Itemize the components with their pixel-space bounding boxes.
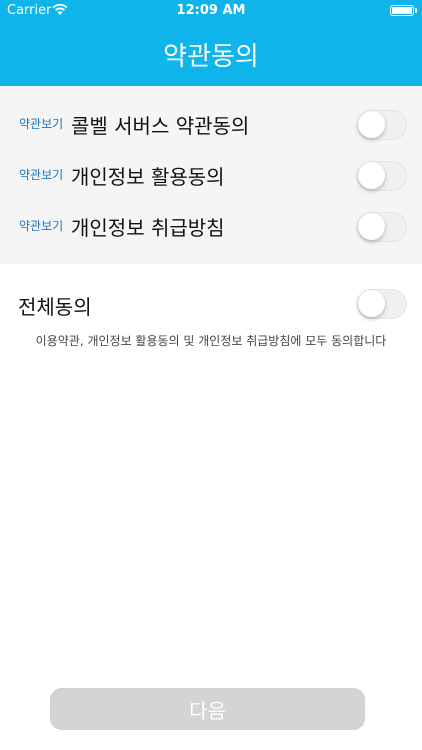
term-title-privacy-policy: 개인정보 취급방침 [71, 216, 225, 240]
term-row-service: 약관보기 콜벨 서버스 약관동의 [0, 100, 422, 151]
toggle-knob [358, 111, 385, 138]
term-title-privacy-use: 개인정보 활용동의 [71, 165, 225, 189]
status-bar: Carrier 12:09 AM [0, 0, 422, 22]
battery-icon [390, 5, 417, 16]
toggle-agree-all[interactable] [357, 289, 407, 319]
toggle-privacy-policy[interactable] [357, 212, 407, 242]
nav-bar: 약관동의 [0, 22, 422, 86]
toggle-knob [358, 213, 385, 240]
agree-all-description: 이용약관, 개인정보 활용동의 및 개인정보 취급방침에 모두 동의합니다 [35, 334, 387, 348]
page-title: 약관동의 [163, 41, 259, 72]
agree-all-title: 전체동의 [18, 295, 92, 319]
view-terms-link-privacy-policy[interactable]: 약관보기 [19, 217, 63, 234]
toggle-knob [358, 290, 385, 317]
status-time: 12:09 AM [176, 3, 246, 18]
toggle-knob [358, 162, 385, 189]
view-terms-link-privacy-use[interactable]: 약관보기 [19, 166, 63, 183]
view-terms-link-service[interactable]: 약관보기 [19, 115, 63, 132]
toggle-privacy-use[interactable] [357, 161, 407, 191]
toggle-service-terms[interactable] [357, 110, 407, 140]
term-row-privacy-use: 약관보기 개인정보 활용동의 [0, 151, 422, 202]
next-button[interactable]: 다음 [50, 688, 365, 730]
agree-all-row: 전체동의 [0, 278, 422, 328]
terms-section: 약관보기 콜벨 서버스 약관동의 약관보기 개인정보 활용동의 약관보기 개인정… [0, 86, 422, 264]
term-title-service: 콜벨 서버스 약관동의 [71, 114, 250, 138]
term-row-privacy-policy: 약관보기 개인정보 취급방침 [0, 202, 422, 253]
